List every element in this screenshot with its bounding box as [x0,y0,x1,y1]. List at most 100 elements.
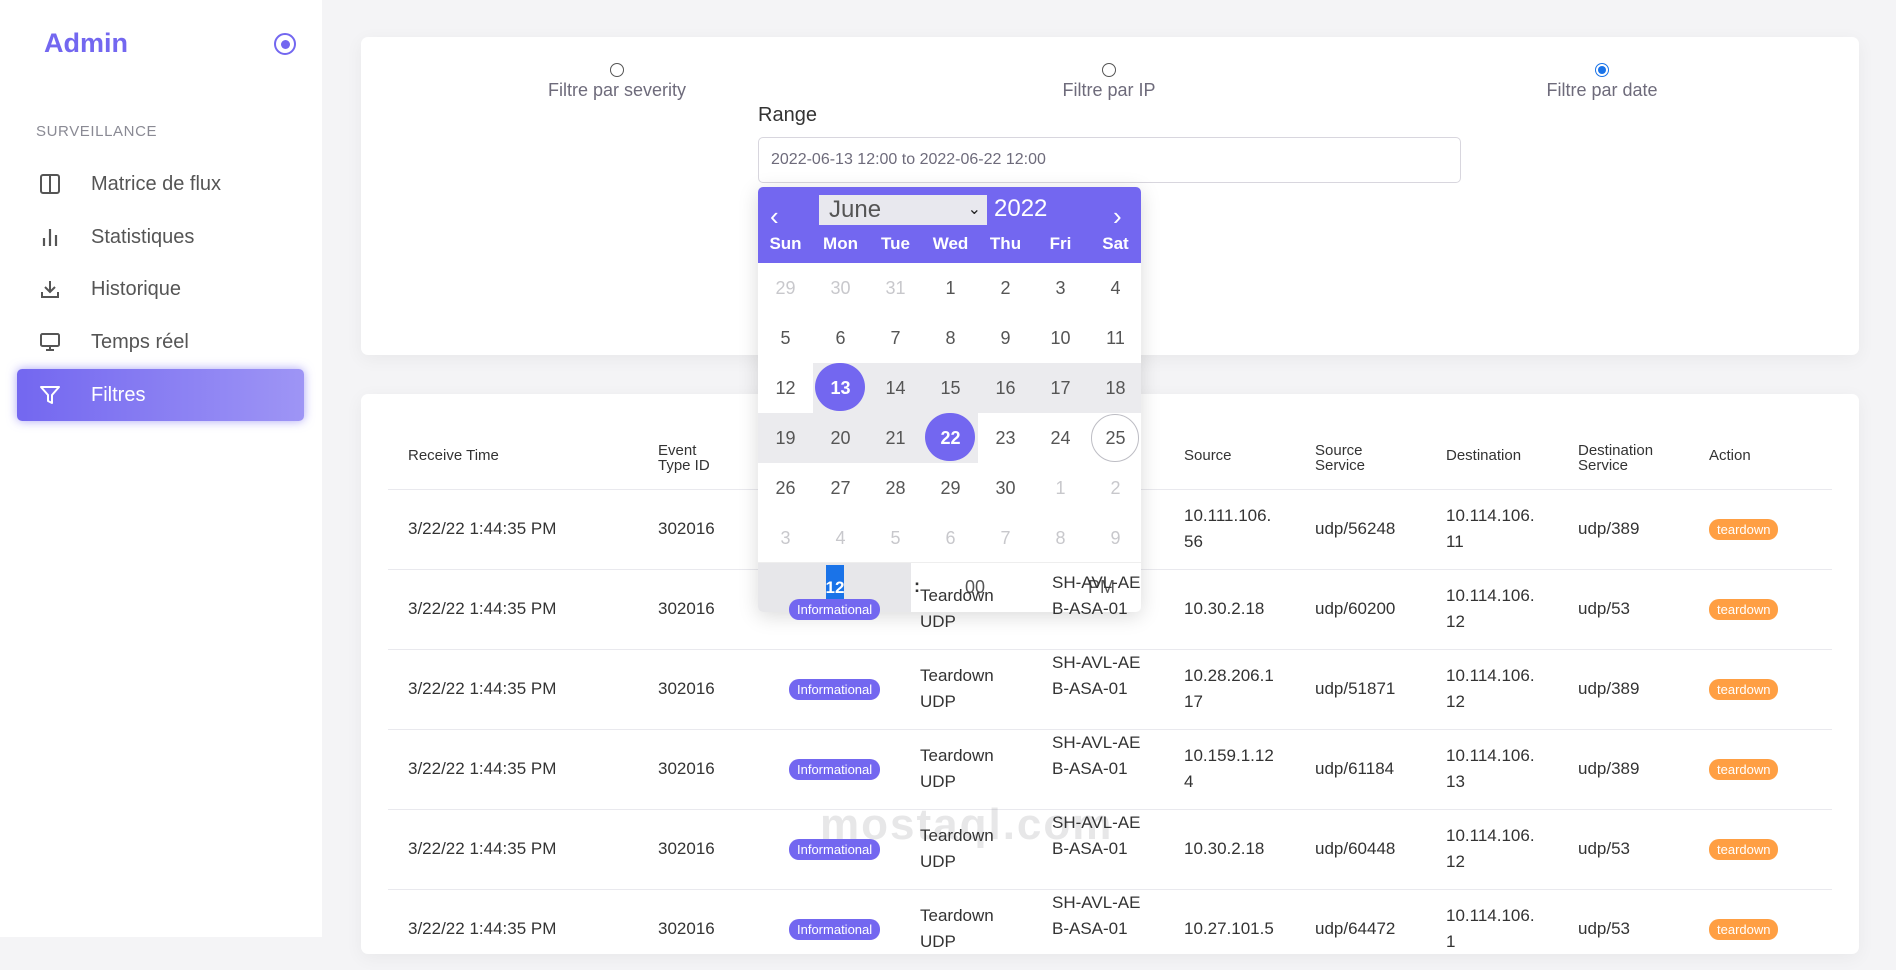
radio-button[interactable] [1595,63,1609,77]
action-badge[interactable]: teardown [1709,759,1779,780]
cell-receive-time: 3/22/22 1:44:35 PM [408,679,557,698]
cell-message: Teardown UDP [920,586,994,631]
calendar-day[interactable]: 3 [1033,263,1088,313]
sidebar-item-temps-reel[interactable]: Temps réel [17,316,304,368]
calendar-day[interactable]: 12 [758,363,813,413]
calendar-day[interactable]: 6 [923,513,978,563]
weekday-label: Wed [932,234,969,253]
calendar-day[interactable]: 5 [868,513,923,563]
cell-event-type-id: 302016 [658,919,715,938]
radio-filter-severity[interactable]: Filtre par severity [487,63,747,101]
sidebar-item-matrice[interactable]: Matrice de flux [17,158,304,210]
month-select[interactable]: June ⌄ [819,195,987,225]
radio-button[interactable] [1102,63,1116,77]
calendar-day[interactable]: 30 [813,263,868,313]
day-number: 3 [1055,277,1066,298]
calendar-day[interactable]: 28 [868,463,923,513]
calendar-day[interactable]: 10 [1033,313,1088,363]
sidebar-item-filtres[interactable]: Filtres [17,369,304,421]
date-range-input[interactable]: 2022-06-13 12:00 to 2022-06-22 12:00 [758,137,1461,183]
calendar-day[interactable]: 26 [758,463,813,513]
cell-receive-time: 3/22/22 1:44:35 PM [408,919,557,938]
day-number: 6 [945,527,956,548]
calendar-day[interactable]: 16 [978,363,1033,413]
sidebar-item-label: Matrice de flux [91,172,222,195]
calendar-day[interactable]: 4 [1088,263,1141,313]
day-number: 6 [835,327,846,348]
calendar-header: ‹ June ⌄ 2022 › Sun Mon Tue Wed Thu Fri Sat [758,187,1141,263]
severity-badge: Informational [789,759,881,780]
action-badge[interactable]: teardown [1709,519,1779,540]
cell-destination: 10.114.106.12 [1446,826,1535,871]
cell-destination: 10.114.106.1 [1446,906,1535,951]
calendar-day[interactable]: 18 [1088,363,1141,413]
calendar-day[interactable]: 15 [923,363,978,413]
prev-month-icon[interactable]: ‹ [770,201,779,232]
header-source: Source [1184,447,1232,464]
sidebar-item-statistiques[interactable]: Statistiques [17,211,304,263]
calendar-day[interactable]: 11 [1088,313,1141,363]
header-source-service: Source Service [1315,442,1366,474]
day-number: 1 [1055,477,1066,498]
action-badge[interactable]: teardown [1709,679,1779,700]
sidebar-item-label: Historique [91,277,182,300]
cell-device: SH-AVL-AEB-ASA-01 [1052,893,1141,938]
calendar-day[interactable]: 3 [758,513,813,563]
calendar-day[interactable]: 1 [923,263,978,313]
calendar-day[interactable]: 8 [1033,513,1088,563]
day-number: 2 [1000,277,1011,298]
calendar-day[interactable]: 9 [978,313,1033,363]
radio-filter-ip[interactable]: Filtre par IP [979,63,1239,101]
calendar-day[interactable]: 8 [923,313,978,363]
cell-source: 10.30.2.18 [1184,599,1265,618]
year-value[interactable]: 2022 [994,195,1047,223]
cell-event-type-id: 302016 [658,759,715,778]
cell-message: Teardown UDP [920,666,994,711]
calendar-day[interactable]: 5 [758,313,813,363]
weekday-label: Tue [881,234,910,253]
calendar-day[interactable]: 25 [1088,413,1141,463]
calendar-day[interactable]: 6 [813,313,868,363]
day-number: 13 [830,377,851,398]
calendar-day[interactable]: 17 [1033,363,1088,413]
calendar-day[interactable]: 7 [978,513,1033,563]
day-number: 31 [885,277,906,298]
calendar-day[interactable]: 22 [923,413,978,463]
day-number: 8 [1055,527,1066,548]
action-badge[interactable]: teardown [1709,839,1779,860]
day-number: 5 [890,527,901,548]
calendar-day[interactable]: 14 [868,363,923,413]
calendar-day[interactable]: 9 [1088,513,1141,563]
radio-label: Filtre par IP [1062,80,1156,100]
cell-destination: 10.114.106.12 [1446,586,1535,631]
date-range-value: 2022-06-13 12:00 to 2022-06-22 12:00 [771,151,1046,168]
action-badge[interactable]: teardown [1709,599,1779,620]
next-month-icon[interactable]: › [1113,201,1122,232]
calendar-day[interactable]: 2 [1088,463,1141,513]
sidebar-item-historique[interactable]: Historique [17,263,304,315]
calendar-day[interactable]: 7 [868,313,923,363]
radio-button[interactable] [610,63,624,77]
radio-filter-date[interactable]: Filtre par date [1472,63,1732,101]
day-number: 8 [945,327,956,348]
calendar-day[interactable]: 31 [868,263,923,313]
calendar-day[interactable]: 1 [1033,463,1088,513]
calendar-day[interactable]: 29 [923,463,978,513]
day-number: 7 [1000,527,1011,548]
cell-destination-service: udp/389 [1578,759,1640,778]
calendar-day[interactable]: 19 [758,413,813,463]
cell-device: SH-AVL-AEB-ASA-01 [1052,813,1141,858]
calendar-day[interactable]: 27 [813,463,868,513]
calendar-day[interactable]: 20 [813,413,868,463]
calendar-day[interactable]: 13 [813,363,868,413]
calendar-day[interactable]: 2 [978,263,1033,313]
severity-badge: Informational [789,839,881,860]
calendar-day[interactable]: 24 [1033,413,1088,463]
calendar-day[interactable]: 4 [813,513,868,563]
calendar-day[interactable]: 23 [978,413,1033,463]
day-number: 23 [995,427,1016,448]
calendar-day[interactable]: 30 [978,463,1033,513]
calendar-day[interactable]: 29 [758,263,813,313]
calendar-day[interactable]: 21 [868,413,923,463]
target-circle-icon[interactable] [274,33,296,55]
